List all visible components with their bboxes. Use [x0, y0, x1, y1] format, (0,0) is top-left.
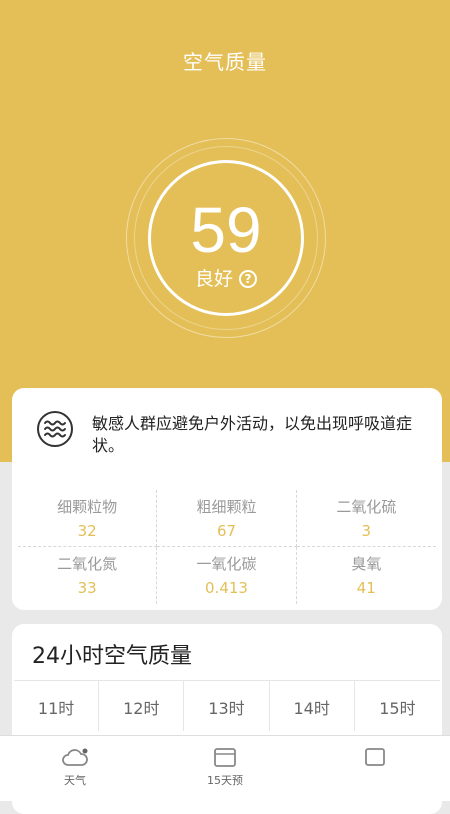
aqi-value: 59 [190, 194, 262, 266]
pollutant-value: 41 [356, 579, 376, 597]
hour-label: 15时 [379, 699, 416, 718]
pollutant-name: 细颗粒物 [57, 498, 118, 516]
nav-item-forecast[interactable]: 15天预 [150, 736, 300, 801]
help-icon[interactable]: ? [239, 270, 257, 288]
bottom-nav: 天气 15天预 [0, 735, 450, 801]
pollutant-item: 粗细颗粒 67 [157, 490, 297, 547]
hour-label: 14时 [270, 681, 355, 731]
pollutant-item: 臭氧 41 [297, 547, 436, 604]
more-icon [365, 748, 385, 766]
pollutant-name: 臭氧 [351, 555, 382, 573]
pollutant-value: 0.413 [205, 579, 248, 597]
hour-label: 11时 [14, 681, 100, 731]
pollutant-value: 33 [77, 579, 97, 597]
pollutant-name: 二氧化硫 [336, 498, 397, 516]
hourly-title: 24小时空气质量 [32, 644, 192, 669]
nav-label: 天气 [64, 774, 86, 787]
pollutant-name: 粗细颗粒 [196, 498, 257, 516]
page-title: 空气质量 [183, 50, 267, 74]
aqi-status-label: 良好 [194, 268, 233, 290]
pollutant-item: 二氧化硫 3 [296, 490, 436, 547]
pollutant-name: 一氧化碳 [196, 555, 257, 573]
pollutant-value: 3 [361, 522, 372, 540]
aqi-status: 良好 ? [148, 266, 304, 292]
nav-label: 15天预 [207, 774, 243, 787]
pollutant-value: 32 [77, 522, 97, 540]
pollutant-item: 二氧化氮 33 [18, 547, 158, 604]
hour-list[interactable]: 11时 12时 13时 14时 15时 [14, 680, 440, 731]
pollutant-item: 一氧化碳 0.413 [157, 547, 297, 604]
pollutant-value: 67 [216, 522, 237, 540]
advice-card: 敏感人群应避免户外活动，以免出现呼吸道症状。 细颗粒物 32 粗细颗粒 67 二… [12, 388, 442, 610]
cloud-icon [62, 748, 88, 766]
hour-label: 13时 [184, 681, 270, 731]
calendar-icon [214, 748, 236, 767]
pollutant-name: 二氧化氮 [57, 555, 118, 573]
waves-icon [37, 411, 73, 447]
nav-item-more[interactable] [300, 736, 450, 801]
pollutant-item: 细颗粒物 32 [18, 490, 158, 547]
nav-item-weather[interactable]: 天气 [0, 736, 150, 801]
advice-text: 敏感人群应避免户外活动，以免出现呼吸道症状。 [92, 414, 413, 455]
pollutant-grid: 细颗粒物 32 粗细颗粒 67 二氧化硫 3 二氧化氮 33 一氧化碳 0.41… [18, 490, 436, 604]
hour-label: 12时 [99, 681, 185, 731]
